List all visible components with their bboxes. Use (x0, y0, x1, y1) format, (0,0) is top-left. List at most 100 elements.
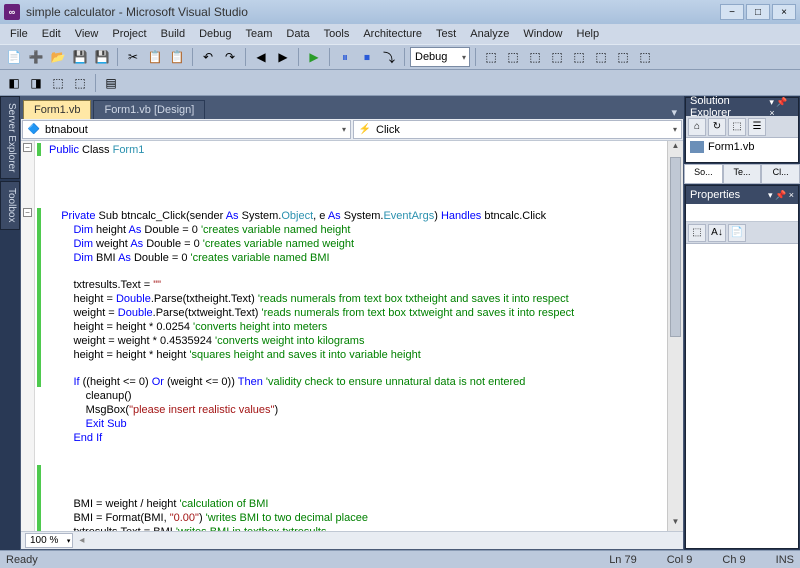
scroll-up-icon[interactable]: ▲ (668, 141, 683, 155)
menu-edit[interactable]: Edit (36, 26, 67, 42)
start-button[interactable]: ▶ (304, 47, 324, 67)
redo-button[interactable]: ↷ (220, 47, 240, 67)
se-tab-team[interactable]: Te... (723, 164, 762, 184)
menu-file[interactable]: File (4, 26, 34, 42)
misc-button-5[interactable]: ⬚ (569, 47, 589, 67)
misc-button-6[interactable]: ⬚ (591, 47, 611, 67)
properties-object-combo[interactable] (686, 204, 798, 222)
code-text[interactable]: Public Class Form1 Private Sub btncalc_C… (45, 141, 667, 531)
save-button[interactable]: 💾 (70, 47, 90, 67)
new-project-button[interactable]: 📄 (4, 47, 24, 67)
categorized-button[interactable]: ⬚ (688, 224, 706, 242)
menu-data[interactable]: Data (280, 26, 315, 42)
properties-header: Properties ▾ 📌 × (686, 186, 798, 204)
scroll-thumb[interactable] (670, 157, 681, 337)
pin-icon[interactable]: ▾ 📌 × (769, 97, 794, 118)
server-explorer-tab[interactable]: Server Explorer (0, 96, 20, 179)
break-button[interactable]: ⏸ (335, 47, 355, 67)
close-button[interactable]: × (772, 4, 796, 20)
pin-icon[interactable]: ▾ 📌 × (768, 190, 794, 201)
solution-explorer-toolbar: ⌂ ↻ ⬚ ☰ (686, 116, 798, 138)
stop-button[interactable]: ⏹ (357, 47, 377, 67)
misc-button-2[interactable]: ⬚ (503, 47, 523, 67)
member-combo-text: Click (376, 124, 400, 136)
misc-button-7[interactable]: ⬚ (613, 47, 633, 67)
misc-button-8[interactable]: ⬚ (635, 47, 655, 67)
menu-tools[interactable]: Tools (318, 26, 356, 42)
misc-button-1[interactable]: ⬚ (481, 47, 501, 67)
toolbar2-btn5[interactable]: ▤ (101, 73, 121, 93)
cut-button[interactable]: ✂ (123, 47, 143, 67)
config-combo[interactable]: Debug (410, 47, 470, 67)
code-editor[interactable]: − − Public Class Form1 Private Sub btnca… (21, 141, 683, 531)
se-showall-button[interactable]: ⬚ (728, 118, 746, 136)
toolbar2-btn1[interactable]: ◧ (4, 73, 24, 93)
menu-view[interactable]: View (69, 26, 105, 42)
editor-footer: 100 % ◂ (21, 531, 683, 549)
se-tab-solution[interactable]: So... (684, 164, 723, 184)
document-tabs: Form1.vb Form1.vb [Design] ▾ (21, 97, 683, 119)
h-scroll-left-icon[interactable]: ◂ (79, 535, 84, 546)
menu-test[interactable]: Test (430, 26, 462, 42)
misc-button-3[interactable]: ⬚ (525, 47, 545, 67)
menu-analyze[interactable]: Analyze (464, 26, 515, 42)
tab-overflow-icon[interactable]: ▾ (665, 106, 683, 119)
se-props-button[interactable]: ☰ (748, 118, 766, 136)
menu-bar: File Edit View Project Build Debug Team … (0, 24, 800, 44)
se-home-button[interactable]: ⌂ (688, 118, 706, 136)
minimize-button[interactable]: − (720, 4, 744, 20)
menu-project[interactable]: Project (106, 26, 152, 42)
open-file-button[interactable]: 📂 (48, 47, 68, 67)
toolbar2-btn4[interactable]: ⬚ (70, 73, 90, 93)
menu-build[interactable]: Build (155, 26, 191, 42)
toolbar2-btn2[interactable]: ◨ (26, 73, 46, 93)
status-ready: Ready (6, 554, 38, 566)
copy-button[interactable]: 📋 (145, 47, 165, 67)
secondary-toolbar: ◧ ◨ ⬚ ⬚ ▤ (0, 70, 800, 96)
nav-back-button[interactable]: ◀ (251, 47, 271, 67)
properties-grid[interactable] (686, 244, 798, 548)
maximize-button[interactable]: □ (746, 4, 770, 20)
status-line: Ln 79 (609, 554, 637, 566)
se-refresh-button[interactable]: ↻ (708, 118, 726, 136)
vs-logo-icon: ∞ (4, 4, 20, 20)
menu-debug[interactable]: Debug (193, 26, 237, 42)
type-combo[interactable]: 🔷 btnabout (22, 120, 351, 139)
save-all-button[interactable]: 💾 (92, 47, 112, 67)
misc-button-4[interactable]: ⬚ (547, 47, 567, 67)
menu-team[interactable]: Team (240, 26, 279, 42)
properties-title: Properties (690, 189, 740, 201)
solution-explorer-header: Solution Explorer ▾ 📌 × (686, 98, 798, 116)
toolbox-tab[interactable]: Toolbox (0, 181, 20, 229)
outline-toggle-icon[interactable]: − (23, 143, 32, 152)
status-char: Ch 9 (722, 554, 745, 566)
properties-toolbar: ⬚ A↓ 📄 (686, 222, 798, 244)
paste-button[interactable]: 📋 (167, 47, 187, 67)
change-marker (37, 143, 41, 156)
se-tab-class[interactable]: Cl... (761, 164, 800, 184)
add-item-button[interactable]: ➕ (26, 47, 46, 67)
nav-fwd-button[interactable]: ▶ (273, 47, 293, 67)
menu-architecture[interactable]: Architecture (357, 26, 428, 42)
undo-button[interactable]: ↶ (198, 47, 218, 67)
tab-form1-design[interactable]: Form1.vb [Design] (93, 100, 205, 119)
solution-bottom-tabs: So... Te... Cl... (684, 164, 800, 184)
vb-file-icon (690, 141, 704, 153)
tab-form1-vb[interactable]: Form1.vb (23, 100, 91, 119)
standard-toolbar: 📄 ➕ 📂 💾 💾 ✂ 📋 📋 ↶ ↷ ◀ ▶ ▶ ⏸ ⏹ ⤵ Debug ⬚ … (0, 44, 800, 70)
alphabetical-button[interactable]: A↓ (708, 224, 726, 242)
title-bar: ∞ simple calculator - Microsoft Visual S… (0, 0, 800, 24)
zoom-combo[interactable]: 100 % (25, 533, 73, 548)
menu-window[interactable]: Window (517, 26, 568, 42)
member-combo[interactable]: ⚡ Click (353, 120, 682, 139)
tree-item-label: Form1.vb (708, 141, 754, 153)
step-button[interactable]: ⤵ (379, 47, 399, 67)
outline-toggle-icon[interactable]: − (23, 208, 32, 217)
vertical-scrollbar[interactable]: ▲ ▼ (667, 141, 683, 531)
prop-pages-button[interactable]: 📄 (728, 224, 746, 242)
tree-item-form1[interactable]: Form1.vb (688, 140, 796, 154)
solution-tree[interactable]: Form1.vb (686, 138, 798, 162)
menu-help[interactable]: Help (571, 26, 606, 42)
scroll-down-icon[interactable]: ▼ (668, 517, 683, 531)
toolbar2-btn3[interactable]: ⬚ (48, 73, 68, 93)
